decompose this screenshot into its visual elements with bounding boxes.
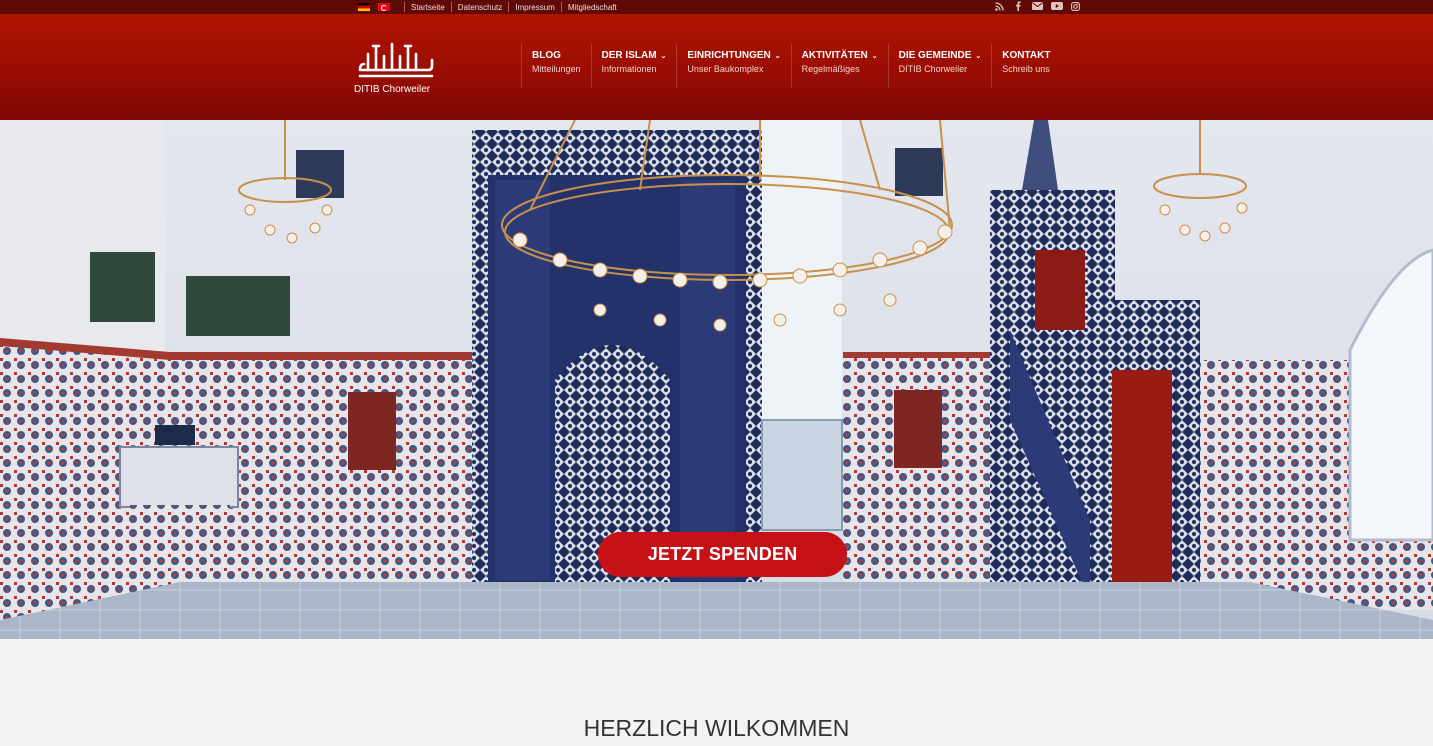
site-logo[interactable]: DITIB Chorweiler — [352, 40, 436, 110]
nav-title: EINRICHTUNGEN — [687, 50, 771, 61]
nav-subtitle: DITIB Chorweiler — [898, 64, 968, 74]
link-startseite[interactable]: Startseite — [411, 3, 445, 12]
chevron-down-icon: ⌄ — [660, 53, 667, 60]
top-bar: Startseite Datenschutz Impressum Mitglie… — [0, 0, 1433, 14]
logo-text: DITIB Chorweiler — [354, 84, 431, 95]
divider — [404, 2, 405, 12]
turkish-flag-icon[interactable] — [378, 3, 390, 11]
chevron-down-icon: ⌄ — [871, 53, 878, 60]
site-header: DITIB Chorweiler BLOG Mitteilungen DER I… — [0, 14, 1433, 120]
link-mitgliedschaft[interactable]: Mitgliedschaft — [568, 3, 617, 12]
divider — [450, 2, 452, 12]
donate-button[interactable]: JETZT SPENDEN — [598, 532, 847, 577]
divider — [508, 2, 510, 12]
nav-title: DIE GEMEINDE — [898, 50, 972, 61]
nav-item-der-islam[interactable]: DER ISLAM ⌄ Informationen — [590, 44, 677, 88]
divider — [560, 2, 562, 12]
nav-subtitle: Schreib uns — [1002, 64, 1050, 74]
nav-subtitle: Mitteilungen — [532, 64, 581, 74]
facebook-icon[interactable] — [1013, 1, 1023, 13]
link-impressum[interactable]: Impressum — [515, 3, 555, 12]
nav-subtitle: Unser Baukomplex — [687, 64, 764, 74]
nav-item-die-gemeinde[interactable]: DIE GEMEINDE ⌄ DITIB Chorweiler — [887, 44, 992, 88]
welcome-heading: HERZLICH WILKOMMEN — [583, 715, 850, 741]
nav-subtitle: Regelmäßiges — [801, 64, 860, 74]
nav-title: AKTIVITÄTEN — [801, 50, 868, 61]
nav-item-kontakt[interactable]: KONTAKT Schreib uns — [991, 44, 1060, 88]
chevron-down-icon: ⌄ — [975, 53, 982, 60]
nav-item-aktivitaeten[interactable]: AKTIVITÄTEN ⌄ Regelmäßiges — [790, 44, 888, 88]
german-flag-icon[interactable] — [358, 3, 370, 11]
top-bar-left: Startseite Datenschutz Impressum Mitglie… — [358, 0, 617, 14]
nav-subtitle: Informationen — [601, 64, 657, 74]
nav-title: BLOG — [532, 50, 561, 61]
nav-title: KONTAKT — [1002, 50, 1051, 61]
rss-icon[interactable] — [994, 1, 1004, 13]
chevron-down-icon: ⌄ — [774, 53, 781, 60]
social-links — [994, 0, 1080, 14]
nav-item-blog[interactable]: BLOG Mitteilungen — [521, 44, 591, 88]
instagram-icon[interactable] — [1070, 1, 1080, 13]
nav-item-einrichtungen[interactable]: EINRICHTUNGEN ⌄ Unser Baukomplex — [676, 44, 790, 88]
main-navigation: BLOG Mitteilungen DER ISLAM ⌄ Information… — [521, 44, 1060, 102]
youtube-icon[interactable] — [1051, 2, 1063, 12]
mosque-logo-icon — [358, 42, 434, 78]
link-datenschutz[interactable]: Datenschutz — [458, 3, 502, 12]
envelope-icon[interactable] — [1032, 2, 1043, 12]
nav-title: DER ISLAM — [601, 50, 657, 61]
